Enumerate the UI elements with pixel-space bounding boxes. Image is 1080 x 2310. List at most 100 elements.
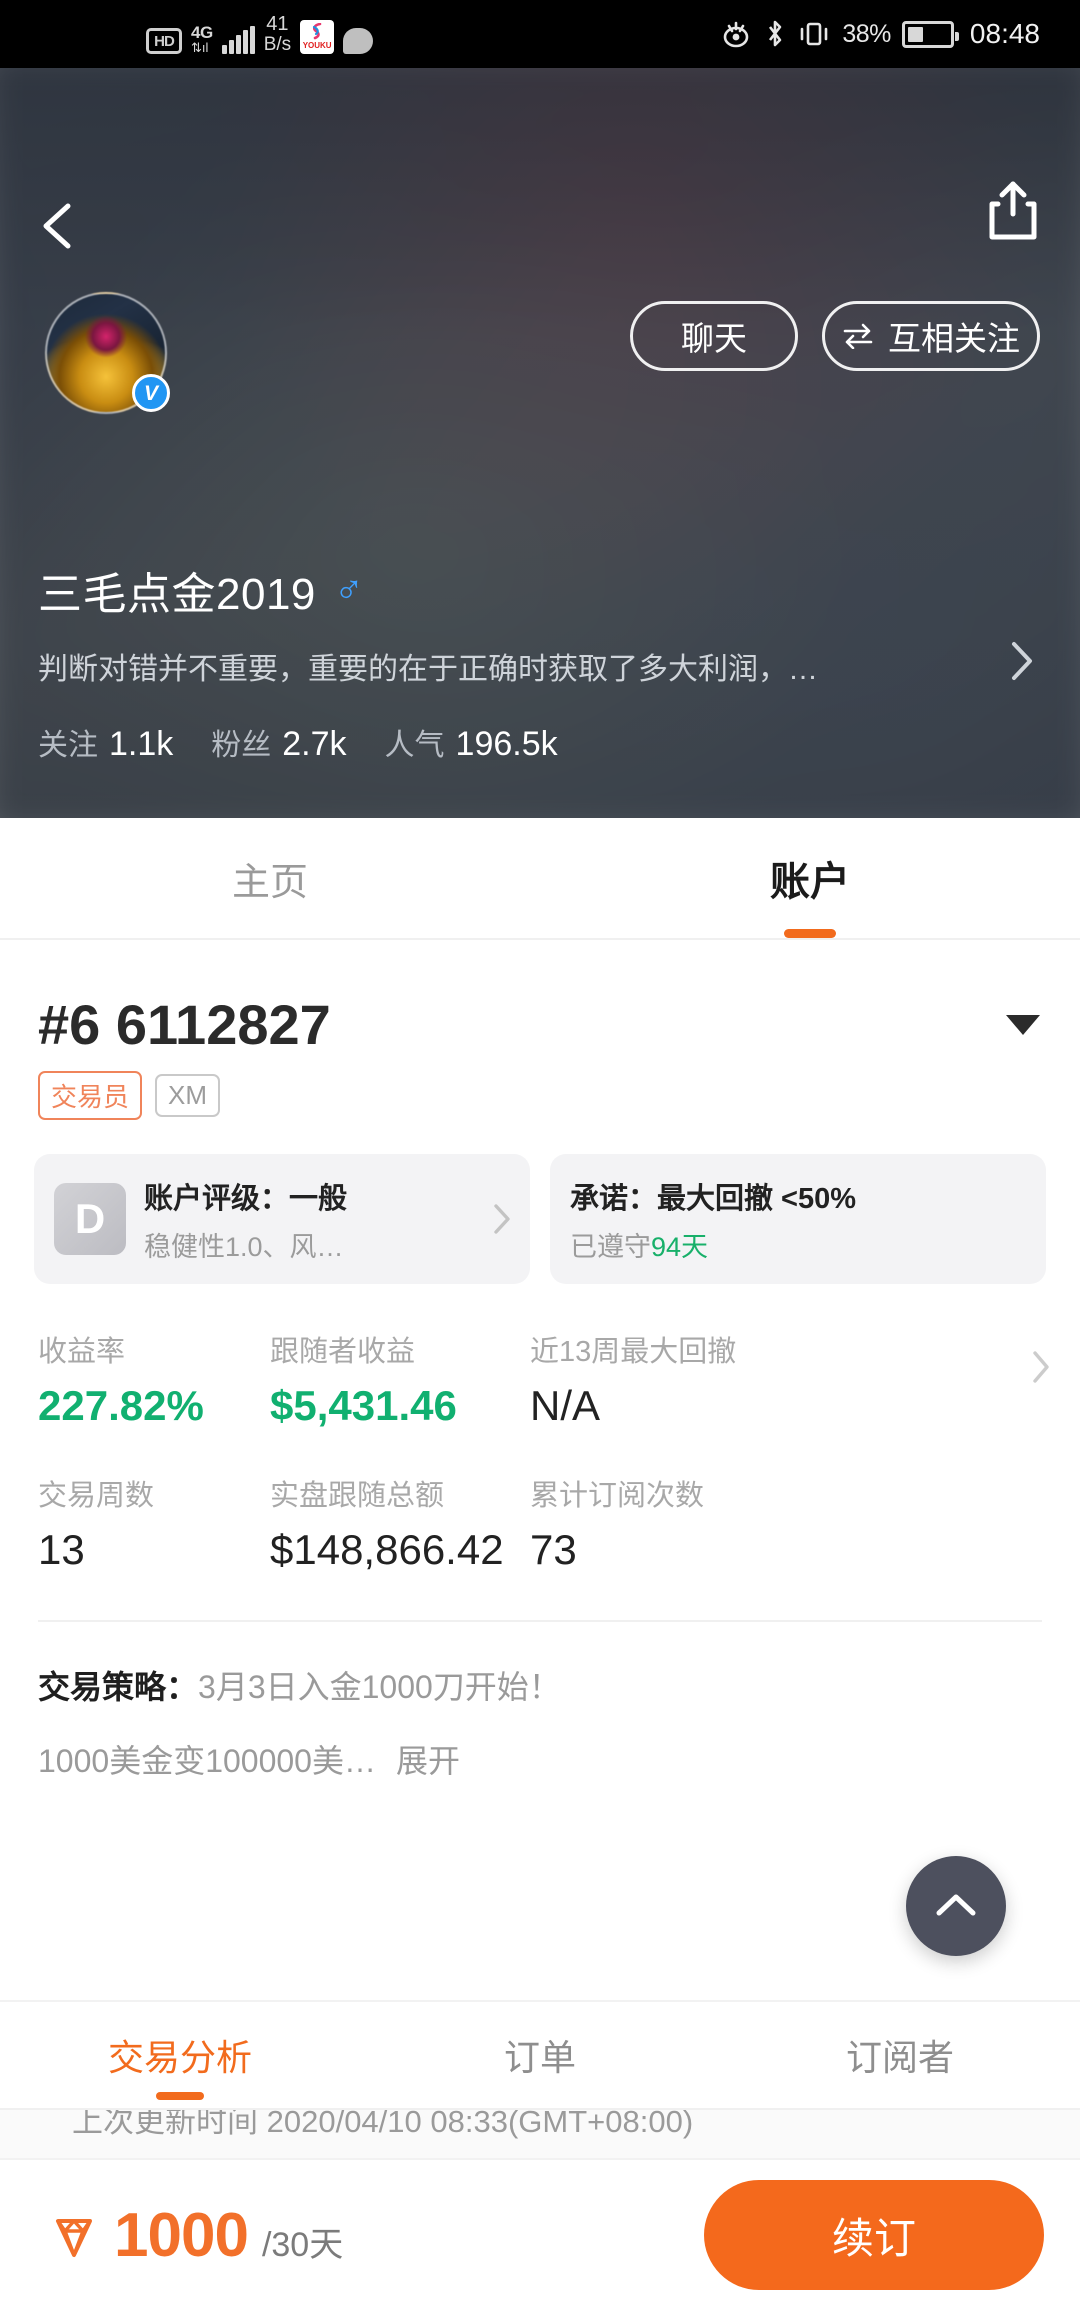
count-following-label: 关注 <box>38 729 98 762</box>
stat-subscriptions: 累计订阅次数 73 <box>530 1472 704 1574</box>
count-following-value: 1.1k <box>109 725 174 763</box>
promise-subtitle: 已遵守94天 <box>570 1225 856 1264</box>
network-speed-indicator: 41 B/s <box>263 12 292 55</box>
stat-follower-profit: 跟随者收益 $5,431.46 <box>270 1328 530 1430</box>
stat-subscriptions-value: 73 <box>530 1526 577 1573</box>
strategy-preview: 1000美金变100000美… <box>38 1743 376 1779</box>
bio-text: 判断对错并不重要，重要的在于正确时获取了多大利润，… <box>38 653 818 686</box>
scroll-to-top-button[interactable] <box>906 1856 1006 1956</box>
stats-row-1[interactable]: 收益率 227.82% 跟随者收益 $5,431.46 近13周最大回撤 N/A <box>0 1328 1080 1430</box>
network-speed-unit: B/s <box>263 33 292 55</box>
username-row: 三毛点金2019 ♂ <box>38 558 364 622</box>
youku-app-icon: YOUKU <box>300 20 335 55</box>
badge-trader: 交易员 <box>38 1071 143 1120</box>
stats-row-2: 交易周数 13 实盘跟随总额 $148,866.42 累计订阅次数 73 <box>0 1472 1080 1574</box>
youku-glyph <box>313 23 322 40</box>
promise-card: 承诺：最大回撤 <50% 已遵守94天 <box>550 1154 1046 1284</box>
strategy-line-1: 交易策略：3月3日入金1000刀开始！ <box>38 1662 1042 1708</box>
stat-subscriptions-label: 累计订阅次数 <box>530 1480 705 1512</box>
account-number-label: #6 6112827 <box>38 993 331 1056</box>
tab-home[interactable]: 主页 <box>0 818 540 938</box>
last-updated-bar: 上次更新时间 2020/04/10 08:33(GMT+08:00) <box>0 2108 1080 2160</box>
stat-follower-profit-label: 跟随者收益 <box>270 1336 416 1368</box>
tab-trade-analysis[interactable]: 交易分析 <box>0 2002 360 2108</box>
stat-total-copied: 实盘跟随总额 $148,866.42 <box>270 1472 530 1574</box>
status-bar-right: 38% 08:48 <box>719 18 1040 50</box>
swap-arrows-icon <box>843 323 873 349</box>
badge-broker: XM <box>155 1074 221 1117</box>
avatar[interactable]: V <box>45 292 170 414</box>
count-popularity-value: 196.5k <box>455 725 558 763</box>
profile-detail-chevron-icon[interactable] <box>1006 640 1038 682</box>
stat-total-copied-value: $148,866.42 <box>270 1526 504 1573</box>
rating-title: 账户评级：一般 <box>144 1182 348 1215</box>
stat-max-drawdown: 近13周最大回撤 N/A <box>530 1328 736 1430</box>
account-selector[interactable]: #6 6112827 <box>38 992 1040 1057</box>
stat-total-copied-label: 实盘跟随总额 <box>270 1480 445 1512</box>
network-gen-label: 4G <box>191 23 213 43</box>
strategy-expand-link[interactable]: 展开 <box>396 1736 460 1782</box>
share-icon[interactable] <box>984 180 1042 242</box>
profile-header: V 聊天 互相关注 三毛点金2019 ♂ 判断对错并不重要，重要的在于正确时获取… <box>0 68 1080 818</box>
promise-sub-highlight: 94天 <box>651 1231 709 1262</box>
tab-subscribers-label: 订阅者 <box>845 2037 954 2078</box>
battery-percent-label: 38% <box>842 19 891 48</box>
price-period: /30天 <box>261 2225 344 2264</box>
strategy-section: 交易策略：3月3日入金1000刀开始！ 1000美金变100000美… 展开 <box>38 1662 1042 1782</box>
tab-account-label: 账户 <box>770 860 850 904</box>
diamond-icon <box>56 2219 92 2257</box>
chat-notification-icon <box>343 28 374 55</box>
clock-label: 08:48 <box>969 18 1040 49</box>
mutual-follow-label: 互相关注 <box>888 320 1020 357</box>
chat-button[interactable]: 聊天 <box>630 301 798 371</box>
account-rating-card[interactable]: D 账户评级：一般 稳健性1.0、风… <box>34 1154 530 1284</box>
tab-orders[interactable]: 订单 <box>360 2002 720 2108</box>
count-popularity[interactable]: 人气 196.5k <box>385 720 558 764</box>
verified-badge-icon: V <box>132 374 170 412</box>
stat-max-drawdown-label: 近13周最大回撤 <box>530 1336 737 1368</box>
price-block: 1000 /30天 <box>48 2200 343 2271</box>
stat-max-drawdown-value: N/A <box>530 1382 601 1429</box>
tab-subscribers[interactable]: 订阅者 <box>720 2002 1080 2108</box>
count-following[interactable]: 关注 1.1k <box>38 720 173 764</box>
stats-chevron-right-icon[interactable] <box>1030 1350 1052 1384</box>
hd-icon: HD <box>146 28 182 55</box>
status-bar: HD 4G ⇅ıl 41 B/s YOUKU 38% 08:48 <box>0 0 1080 68</box>
rating-grade-badge: D <box>54 1183 126 1255</box>
promise-title: 承诺：最大回撤 <50% <box>570 1182 857 1215</box>
header-actions: 聊天 互相关注 <box>630 301 1040 371</box>
strategy-text: 3月3日入金1000刀开始！ <box>198 1669 561 1705</box>
price-amount: 1000 <box>114 2200 249 2270</box>
tab-home-label: 主页 <box>231 861 308 904</box>
vibrate-icon <box>801 22 828 46</box>
strategy-line-2: 1000美金变100000美… 展开 <box>38 1736 1042 1782</box>
renew-button[interactable]: 续订 <box>704 2180 1044 2290</box>
stat-follower-profit-value: $5,431.46 <box>270 1382 457 1429</box>
stats-section: 收益率 227.82% 跟随者收益 $5,431.46 近13周最大回撤 N/A… <box>0 1328 1080 1574</box>
profile-counts: 关注 1.1k 粉丝 2.7k 人气 196.5k <box>38 720 596 764</box>
rating-subtitle: 稳健性1.0、风… <box>144 1231 344 1262</box>
tab-orders-label: 订单 <box>503 2037 576 2078</box>
bluetooth-icon <box>769 20 782 47</box>
chevron-right-icon <box>494 1204 510 1234</box>
network-speed-value: 41 <box>266 12 289 35</box>
purchase-bar: 1000 /30天 续订 <box>0 2158 1080 2310</box>
gender-male-icon: ♂ <box>333 568 364 612</box>
status-bar-left: HD 4G ⇅ıl 41 B/s YOUKU <box>146 12 374 56</box>
chevron-down-icon[interactable] <box>1006 1014 1040 1035</box>
stat-trading-weeks: 交易周数 13 <box>38 1472 270 1574</box>
info-cards: D 账户评级：一般 稳健性1.0、风… 承诺：最大回撤 <50% 已遵守94天 <box>34 1154 1046 1284</box>
eye-protection-icon <box>724 21 749 48</box>
primary-tabs: 主页 账户 <box>0 818 1080 940</box>
username-label: 三毛点金2019 <box>38 570 316 619</box>
mutual-follow-button[interactable]: 互相关注 <box>822 301 1040 371</box>
network-updown-icon: ⇅ıl <box>191 40 209 56</box>
count-followers[interactable]: 粉丝 2.7k <box>211 720 346 764</box>
stat-trading-weeks-value: 13 <box>38 1526 85 1573</box>
tab-account[interactable]: 账户 <box>540 818 1080 938</box>
count-followers-value: 2.7k <box>282 725 347 763</box>
count-followers-label: 粉丝 <box>211 729 272 762</box>
account-sheet: 主页 账户 #6 6112827 交易员 XM D 账户评级：一般 稳健性1.0… <box>0 818 1080 2168</box>
strategy-title: 交易策略： <box>38 1669 199 1705</box>
back-icon[interactable] <box>30 198 86 254</box>
